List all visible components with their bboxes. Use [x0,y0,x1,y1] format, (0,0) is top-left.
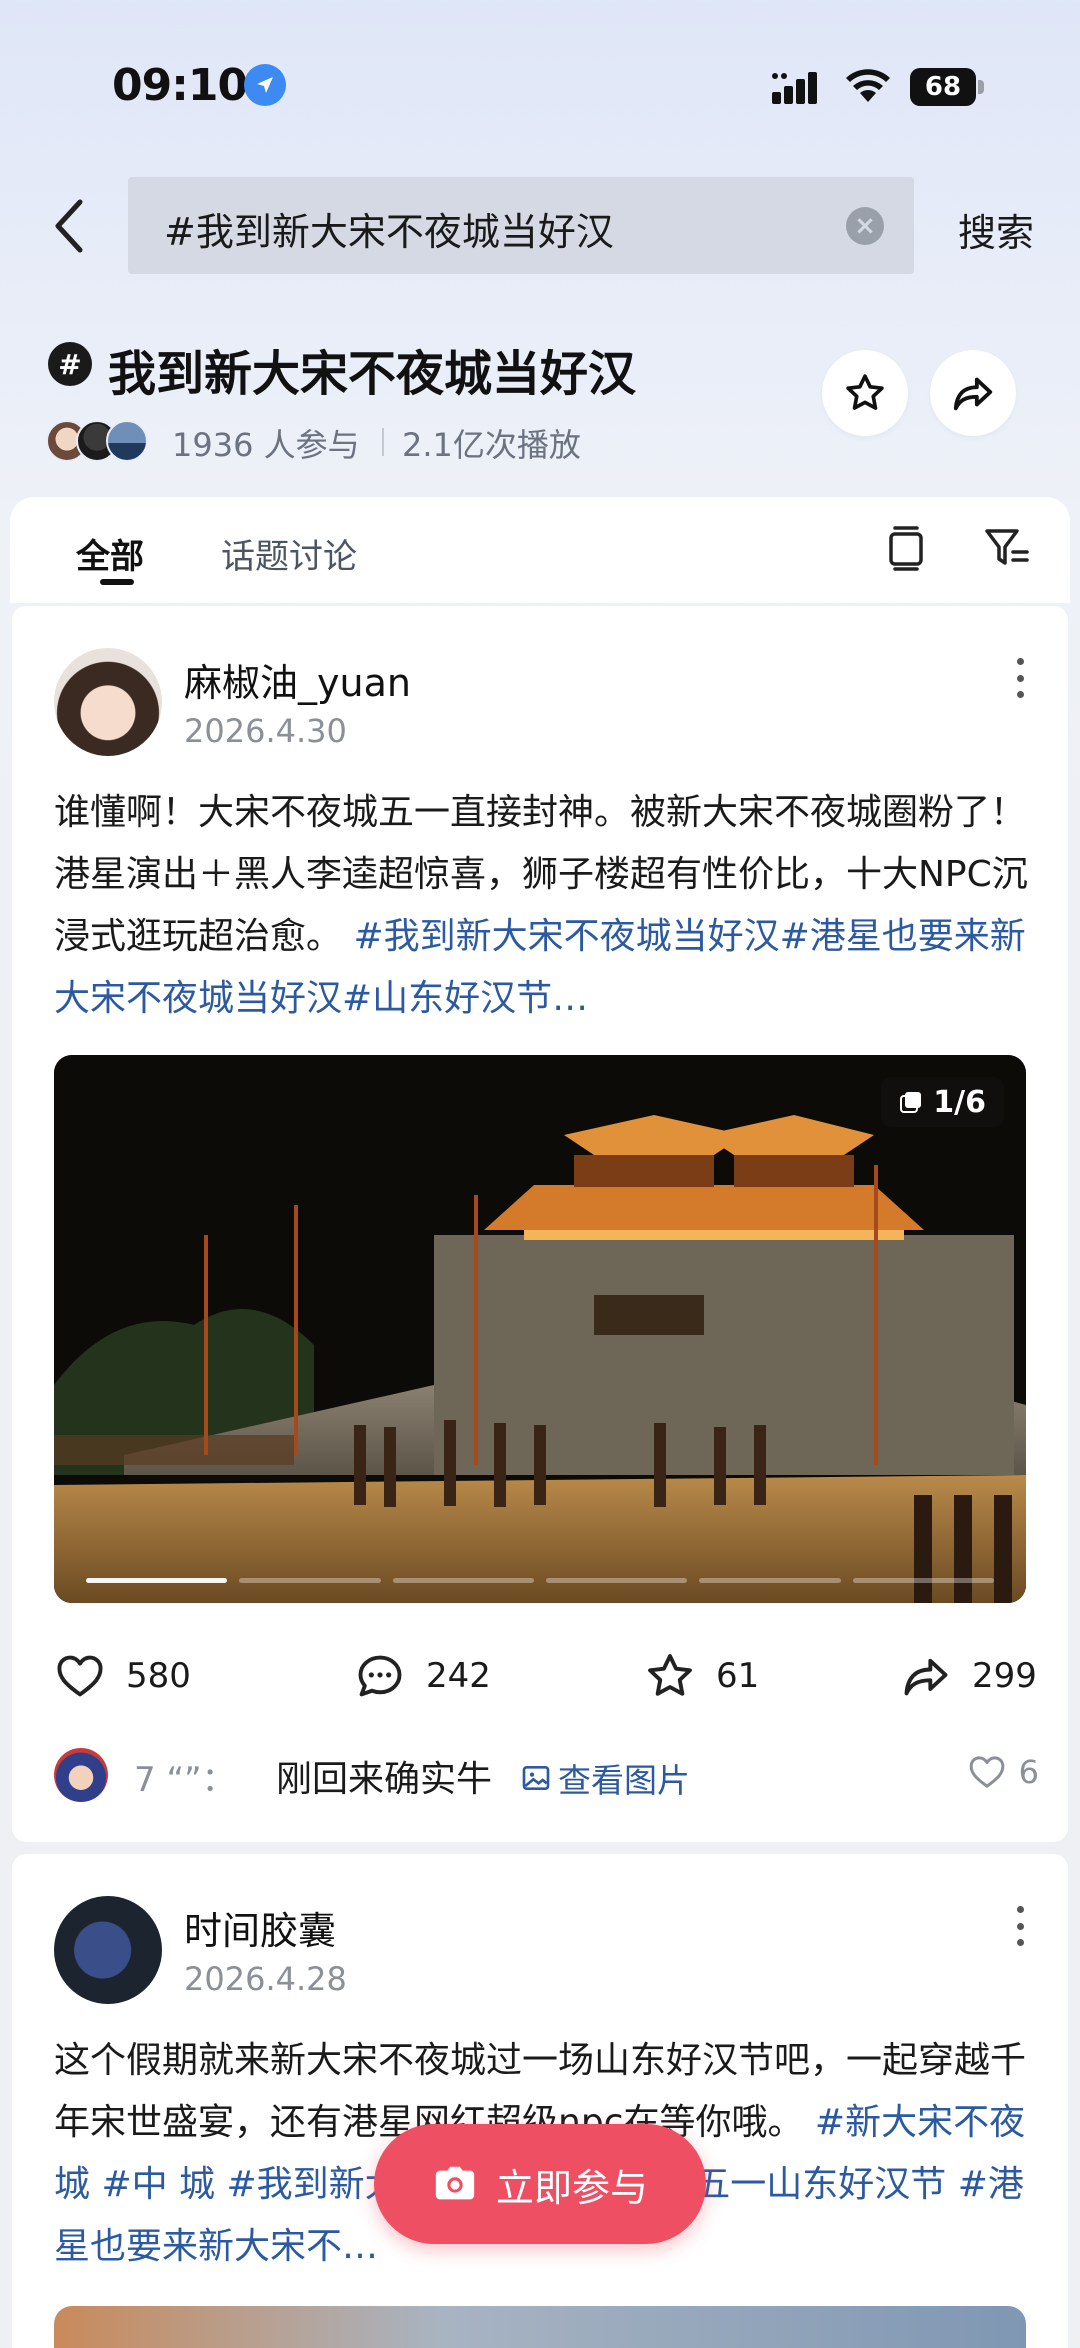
join-now-label: 立即参与 [495,2165,648,2210]
like-count: 580 [126,1656,191,1696]
status-time: 09:10 [112,60,248,111]
post-text[interactable]: 谁懂啊！大宋不夜城五一直接封神。被新大宋不夜城圈粉了！港星演出＋黑人李逵超惊喜，… [54,782,1039,1030]
play-count: 2.1亿次播放 [402,426,581,464]
join-now-button[interactable]: 立即参与 [374,2124,706,2244]
location-arrow-icon [244,64,286,106]
comment-count: 242 [426,1656,491,1696]
participant-avatar [106,420,148,462]
view-image-link[interactable]: 查看图片 [520,1754,690,1802]
author-avatar[interactable] [54,648,162,756]
cellular-signal-icon [772,72,817,104]
share-button[interactable]: 299 [900,1646,1037,1706]
wifi-icon [846,69,890,102]
top-comment[interactable]: 7 “”： 刚回来确实牛 查看图片 6 [54,1746,1039,1802]
meta-divider [382,428,384,456]
tab-all[interactable]: 全部 [76,529,144,578]
author-name[interactable]: 时间胶囊 [184,1900,336,1955]
more-options-icon[interactable] [1012,1906,1028,1946]
participant-count: 1936 人参与 [172,426,360,464]
comment-button[interactable]: 242 [354,1646,491,1706]
search-query: #我到新大宋不夜城当好汉 [164,210,614,254]
image-progress [86,1578,994,1583]
clear-search-icon[interactable]: × [846,207,884,245]
author-name[interactable]: 麻椒油_yuan [184,652,411,707]
battery-icon: 68 [910,68,984,106]
post-card[interactable]: 时间胶囊 2026.4.28 这个假期就来新大宋不夜城过一场山东好汉节吧，一起穿… [12,1854,1068,2348]
progress-segment [545,1578,688,1583]
share-count: 299 [972,1656,1037,1696]
topic-title: 我到新大宋不夜城当好汉 [108,346,637,402]
comment-like-button[interactable]: 6 [967,1752,1039,1792]
share-icon [904,1658,948,1696]
post-card[interactable]: 麻椒油_yuan 2026.4.30 谁懂啊！大宋不夜城五一直接封神。被新大宋不… [12,606,1068,1842]
comment-icon [358,1655,402,1697]
share-topic-button[interactable] [930,350,1016,436]
author-avatar[interactable] [54,1896,162,2004]
image-counter: 1/6 [881,1077,1004,1127]
share-icon [953,377,993,411]
like-button[interactable]: 580 [54,1646,191,1706]
comment-like-count: 6 [1018,1753,1039,1791]
post-date: 2026.4.28 [184,1960,347,1998]
comment-text: 刚回来确实牛 [276,1759,493,1800]
filter-icon[interactable] [984,525,1030,571]
image-icon [522,1766,550,1790]
more-options-icon[interactable] [1012,658,1028,698]
post-date: 2026.4.30 [184,712,347,750]
tab-bar: 全部 话题讨论 [10,497,1070,603]
layout-toggle-icon[interactable] [886,525,926,571]
progress-segment [86,1578,228,1583]
progress-segment [239,1578,381,1583]
heart-icon [969,1756,1004,1788]
night-city-gate-photo [54,1055,1026,1603]
camera-icon [435,2166,475,2200]
progress-segment [392,1578,534,1583]
commenter-name[interactable]: 7 “”： [134,1752,236,1801]
view-image-label: 查看图片 [558,1761,690,1800]
status-bar: 09:10 68 [0,0,1080,175]
topic-hash-icon: # [48,342,92,386]
commenter-avatar[interactable] [54,1748,108,1802]
post-image[interactable] [54,2306,1026,2348]
progress-segment [852,1578,994,1583]
back-arrow-icon[interactable] [50,196,90,256]
tab-topic-discussion[interactable]: 话题讨论 [221,529,357,578]
battery-level: 68 [910,68,976,106]
favorite-count: 61 [716,1656,760,1696]
favorite-topic-button[interactable] [822,350,908,436]
active-tab-indicator [100,579,134,585]
star-icon [648,1654,692,1696]
search-input[interactable]: #我到新大宋不夜城当好汉 × [128,177,914,274]
heart-icon [57,1655,103,1697]
search-button[interactable]: 搜索 [958,202,1034,257]
images-stack-icon [900,1092,922,1113]
post-actions: 580 242 61 299 [54,1646,1037,1706]
progress-segment [699,1578,841,1583]
star-icon [846,374,884,410]
image-counter-text: 1/6 [933,1084,986,1120]
post-image[interactable]: 1/6 [54,1055,1026,1603]
favorite-button[interactable]: 61 [644,1646,759,1706]
participant-avatars [46,420,166,462]
